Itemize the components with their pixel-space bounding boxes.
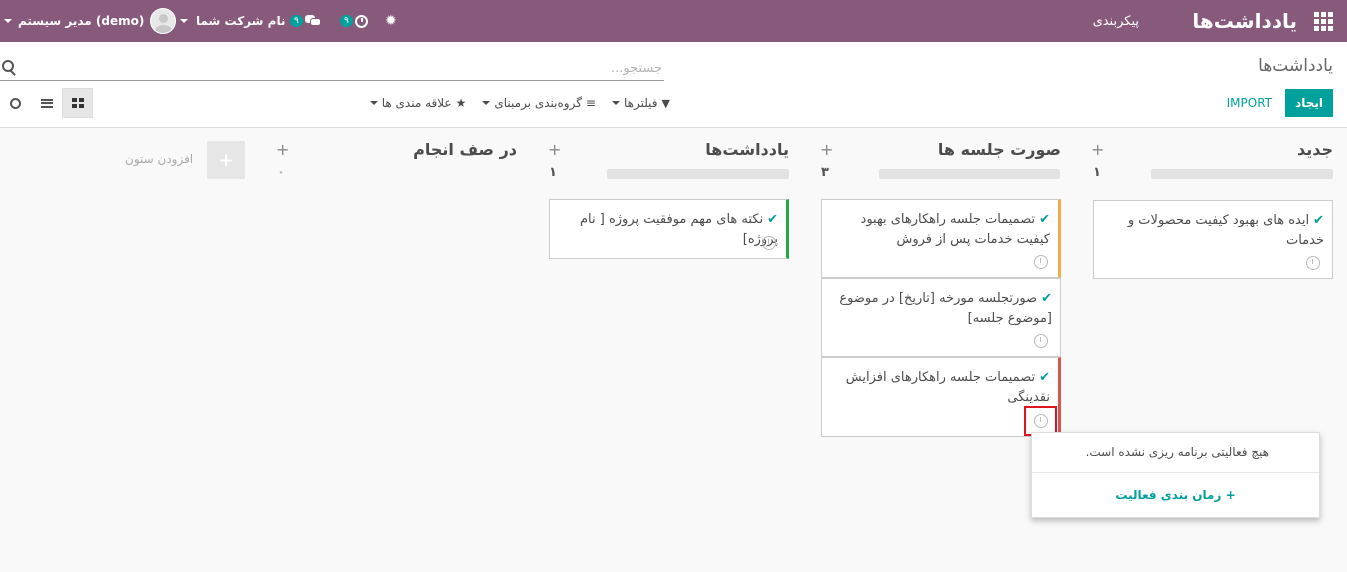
apps-menu-icon[interactable] xyxy=(1309,0,1337,42)
activity-popover: هیچ فعالیتی برنامه ریزی نشده است. + زمان… xyxy=(1031,432,1320,518)
check-icon: ✔ xyxy=(1041,291,1052,306)
card-title: ایده های بهبود کیفیت محصولات و خدمات xyxy=(1127,213,1324,248)
column-progress-bar xyxy=(1151,169,1333,179)
chevron-down-icon xyxy=(4,19,12,23)
kanban-icon xyxy=(71,98,84,108)
column-title[interactable]: جدید xyxy=(1297,140,1333,159)
control-panel: یادداشت‌ها ایجاد IMPORT ▼ فیلترها ≡ گروه… xyxy=(0,42,1347,128)
activity-menu[interactable]: ۹ xyxy=(340,0,368,42)
favorites-dropdown[interactable]: ★ علاقه مندی ها xyxy=(369,96,467,110)
activity-view-button[interactable] xyxy=(0,88,31,118)
user-menu[interactable]: مدیر سیستم (demo) xyxy=(0,0,177,42)
activity-clock-icon[interactable] xyxy=(1306,256,1320,270)
no-activity-message: هیچ فعالیتی برنامه ریزی نشده است. xyxy=(1032,433,1319,473)
search-input[interactable] xyxy=(0,56,664,80)
column-progress-bar xyxy=(607,169,789,179)
company-switcher[interactable]: نام شرکت شما xyxy=(180,0,285,42)
schedule-activity-button[interactable]: + زمان بندی فعالیت xyxy=(1032,488,1319,502)
list-view-button[interactable] xyxy=(31,88,62,118)
clock-icon xyxy=(354,14,368,28)
top-navbar: یادداشت‌ها پیکربندی مدیر سیستم (demo) نا… xyxy=(0,0,1347,42)
column-title[interactable]: یادداشت‌ها xyxy=(705,140,789,159)
add-column-button[interactable]: + xyxy=(207,141,245,179)
messaging-menu[interactable]: ۹ xyxy=(290,0,321,42)
activities-badge: ۹ xyxy=(340,15,353,27)
check-icon: ✔ xyxy=(1039,370,1050,385)
column-progress-bar xyxy=(879,169,1060,179)
kanban-card[interactable]: ✔نکته های مهم موفقیت پروژه [ نام پروژه] xyxy=(549,199,789,259)
list-bars-icon: ≡ xyxy=(585,96,596,110)
kanban-card[interactable]: ✔تصمیمات جلسه راهکارهای بهبود کیفیت خدما… xyxy=(821,199,1061,278)
activity-clock-icon[interactable] xyxy=(1034,334,1048,348)
column-title[interactable]: صورت جلسه ها xyxy=(938,140,1061,159)
filter-icon: ▼ xyxy=(661,96,670,110)
search-options: ▼ فیلترها ≡ گروه‌بندی برمبنای ★ علاقه من… xyxy=(352,89,670,117)
user-name: مدیر سیستم (demo) xyxy=(18,14,145,28)
import-button[interactable]: IMPORT xyxy=(1227,89,1272,117)
column-title[interactable]: در صف انجام xyxy=(413,140,517,159)
column-count: ۱ xyxy=(549,165,557,180)
chevron-down-icon xyxy=(180,19,188,23)
schedule-activity-label: زمان بندی فعالیت xyxy=(1115,488,1222,502)
kanban-card[interactable]: ✔صورتجلسه مورخه [تاریخ] در موضوع [موضوع … xyxy=(821,278,1061,357)
plus-icon: + xyxy=(1225,488,1236,502)
column-count: ۰ xyxy=(277,165,285,180)
favorites-label: علاقه مندی ها xyxy=(381,96,452,110)
breadcrumb: یادداشت‌ها xyxy=(1258,56,1333,76)
view-switcher xyxy=(0,88,93,118)
groupby-dropdown[interactable]: ≡ گروه‌بندی برمبنای xyxy=(482,96,596,110)
column-add-icon[interactable]: + xyxy=(276,140,289,159)
column-add-icon[interactable]: + xyxy=(1091,140,1104,159)
filters-dropdown[interactable]: ▼ فیلترها xyxy=(611,96,670,110)
star-icon: ★ xyxy=(455,96,467,110)
chevron-down-icon xyxy=(611,101,620,105)
card-title: نکته های مهم موفقیت پروژه [ نام پروژه] xyxy=(579,212,778,247)
check-icon: ✔ xyxy=(1313,213,1324,228)
card-title: تصمیمات جلسه راهکارهای افزایش نقدینگی xyxy=(845,370,1050,405)
activity-clock-icon[interactable] xyxy=(1034,255,1048,269)
clock-icon xyxy=(10,97,21,109)
avatar xyxy=(150,8,177,34)
search-bar xyxy=(0,56,664,81)
column-add-icon[interactable]: + xyxy=(548,140,561,159)
filters-label: فیلترها xyxy=(623,96,658,110)
chat-icon xyxy=(304,15,321,27)
menu-configuration[interactable]: پیکربندی xyxy=(1093,0,1139,42)
company-name: نام شرکت شما xyxy=(196,14,286,28)
messages-badge: ۹ xyxy=(290,15,303,27)
chevron-down-icon xyxy=(482,101,491,105)
create-button[interactable]: ایجاد xyxy=(1285,89,1333,117)
check-icon: ✔ xyxy=(1039,212,1050,227)
chevron-down-icon xyxy=(369,101,378,105)
groupby-label: گروه‌بندی برمبنای xyxy=(494,96,582,110)
check-icon: ✔ xyxy=(767,212,778,227)
kanban-view-button[interactable] xyxy=(62,88,93,118)
app-title[interactable]: یادداشت‌ها xyxy=(1192,0,1297,42)
card-title: صورتجلسه مورخه [تاریخ] در موضوع [موضوع ج… xyxy=(839,291,1052,326)
list-icon xyxy=(40,98,53,108)
activity-clock-icon[interactable] xyxy=(762,236,776,250)
search-icon[interactable] xyxy=(2,60,14,72)
add-column-label[interactable]: افزودن ستون xyxy=(125,152,193,166)
column-count: ۱ xyxy=(1093,165,1101,180)
kanban-card[interactable]: ✔ایده های بهبود کیفیت محصولات و خدمات xyxy=(1093,200,1333,279)
debug-bug-icon[interactable]: ✹ xyxy=(385,0,397,42)
column-count: ۳ xyxy=(821,165,829,180)
column-add-icon[interactable]: + xyxy=(820,140,833,159)
card-title: تصمیمات جلسه راهکارهای بهبود کیفیت خدمات… xyxy=(860,212,1050,247)
